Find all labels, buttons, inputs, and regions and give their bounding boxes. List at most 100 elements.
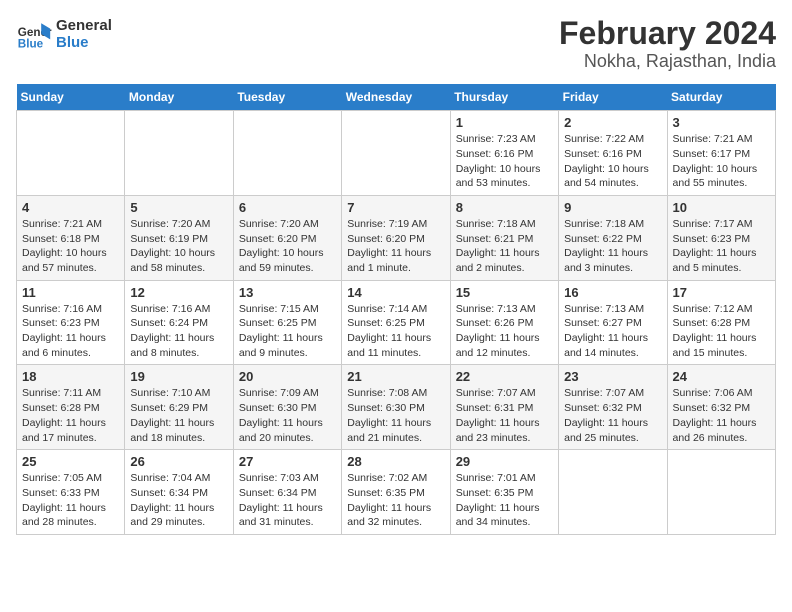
day-info: Sunrise: 7:18 AM Sunset: 6:22 PM Dayligh… <box>564 217 661 276</box>
week-row-3: 11Sunrise: 7:16 AM Sunset: 6:23 PM Dayli… <box>17 280 776 365</box>
logo-general: General <box>56 17 112 34</box>
calendar-cell <box>342 111 450 196</box>
calendar-cell: 10Sunrise: 7:17 AM Sunset: 6:23 PM Dayli… <box>667 195 775 280</box>
column-header-sunday: Sunday <box>17 84 125 111</box>
day-number: 26 <box>130 454 227 469</box>
calendar-cell: 28Sunrise: 7:02 AM Sunset: 6:35 PM Dayli… <box>342 450 450 535</box>
day-info: Sunrise: 7:16 AM Sunset: 6:24 PM Dayligh… <box>130 302 227 361</box>
day-info: Sunrise: 7:20 AM Sunset: 6:19 PM Dayligh… <box>130 217 227 276</box>
day-info: Sunrise: 7:11 AM Sunset: 6:28 PM Dayligh… <box>22 386 119 445</box>
svg-text:Blue: Blue <box>18 38 44 51</box>
week-row-2: 4 Sunrise: 7:21 AM Sunset: 6:18 PM Daylig… <box>17 195 776 280</box>
day-info: Sunrise: 7:21 AM Sunset: 6:18 PM Dayligh… <box>22 217 119 276</box>
logo-blue: Blue <box>56 34 112 51</box>
day-number: 3 <box>673 115 770 130</box>
day-number: 13 <box>239 285 336 300</box>
column-header-friday: Friday <box>559 84 667 111</box>
calendar-cell: 21 Sunrise: 7:08 AM Sunset: 6:30 PM Dayli… <box>342 365 450 450</box>
day-info: Sunrise: 7:22 AM Sunset: 6:16 PM Dayligh… <box>564 132 661 191</box>
day-number: 10 <box>673 200 770 215</box>
page-subtitle: Nokha, Rajasthan, India <box>559 51 776 72</box>
day-info: Sunrise: 7:06 AM Sunset: 6:32 PM Dayligh… <box>673 386 770 445</box>
day-number: 20 <box>239 369 336 384</box>
day-info: Sunrise: 7:09 AM Sunset: 6:30 PM Dayligh… <box>239 386 336 445</box>
logo-icon: General Blue <box>16 16 52 52</box>
calendar-cell: 27Sunrise: 7:03 AM Sunset: 6:34 PM Dayli… <box>233 450 341 535</box>
calendar-cell: 11Sunrise: 7:16 AM Sunset: 6:23 PM Dayli… <box>17 280 125 365</box>
day-info: Sunrise: 7:19 AM Sunset: 6:20 PM Dayligh… <box>347 217 444 276</box>
calendar-cell: 5 Sunrise: 7:20 AM Sunset: 6:19 PM Daylig… <box>125 195 233 280</box>
calendar-cell: 25 Sunrise: 7:05 AM Sunset: 6:33 PM Dayli… <box>17 450 125 535</box>
calendar-cell: 23Sunrise: 7:07 AM Sunset: 6:32 PM Dayli… <box>559 365 667 450</box>
day-number: 2 <box>564 115 661 130</box>
day-number: 12 <box>130 285 227 300</box>
day-info: Sunrise: 7:01 AM Sunset: 6:35 PM Dayligh… <box>456 471 553 530</box>
calendar-cell <box>125 111 233 196</box>
calendar-cell: 16 Sunrise: 7:13 AM Sunset: 6:27 PM Dayli… <box>559 280 667 365</box>
calendar-cell: 4 Sunrise: 7:21 AM Sunset: 6:18 PM Daylig… <box>17 195 125 280</box>
calendar-cell: 17Sunrise: 7:12 AM Sunset: 6:28 PM Dayli… <box>667 280 775 365</box>
day-info: Sunrise: 7:10 AM Sunset: 6:29 PM Dayligh… <box>130 386 227 445</box>
day-info: Sunrise: 7:14 AM Sunset: 6:25 PM Dayligh… <box>347 302 444 361</box>
calendar-cell: 26 Sunrise: 7:04 AM Sunset: 6:34 PM Dayli… <box>125 450 233 535</box>
day-number: 15 <box>456 285 553 300</box>
day-info: Sunrise: 7:05 AM Sunset: 6:33 PM Dayligh… <box>22 471 119 530</box>
day-number: 16 <box>564 285 661 300</box>
page-header: General Blue General Blue February 2024 … <box>16 16 776 72</box>
calendar-cell: 29 Sunrise: 7:01 AM Sunset: 6:35 PM Dayli… <box>450 450 558 535</box>
calendar-cell: 14 Sunrise: 7:14 AM Sunset: 6:25 PM Dayli… <box>342 280 450 365</box>
day-info: Sunrise: 7:23 AM Sunset: 6:16 PM Dayligh… <box>456 132 553 191</box>
calendar-cell <box>559 450 667 535</box>
day-number: 7 <box>347 200 444 215</box>
day-number: 14 <box>347 285 444 300</box>
calendar-cell: 9 Sunrise: 7:18 AM Sunset: 6:22 PM Daylig… <box>559 195 667 280</box>
day-number: 6 <box>239 200 336 215</box>
column-header-wednesday: Wednesday <box>342 84 450 111</box>
calendar-cell: 7 Sunrise: 7:19 AM Sunset: 6:20 PM Daylig… <box>342 195 450 280</box>
day-number: 24 <box>673 369 770 384</box>
day-number: 8 <box>456 200 553 215</box>
calendar-header-row: SundayMondayTuesdayWednesdayThursdayFrid… <box>17 84 776 111</box>
day-number: 27 <box>239 454 336 469</box>
column-header-thursday: Thursday <box>450 84 558 111</box>
calendar-cell <box>233 111 341 196</box>
calendar-cell: 12 Sunrise: 7:16 AM Sunset: 6:24 PM Dayli… <box>125 280 233 365</box>
day-info: Sunrise: 7:08 AM Sunset: 6:30 PM Dayligh… <box>347 386 444 445</box>
calendar-cell: 18Sunrise: 7:11 AM Sunset: 6:28 PM Dayli… <box>17 365 125 450</box>
calendar-cell: 8 Sunrise: 7:18 AM Sunset: 6:21 PM Daylig… <box>450 195 558 280</box>
day-info: Sunrise: 7:20 AM Sunset: 6:20 PM Dayligh… <box>239 217 336 276</box>
week-row-5: 25 Sunrise: 7:05 AM Sunset: 6:33 PM Dayli… <box>17 450 776 535</box>
calendar-table: SundayMondayTuesdayWednesdayThursdayFrid… <box>16 84 776 535</box>
day-number: 28 <box>347 454 444 469</box>
day-number: 21 <box>347 369 444 384</box>
day-number: 22 <box>456 369 553 384</box>
day-number: 29 <box>456 454 553 469</box>
day-info: Sunrise: 7:07 AM Sunset: 6:31 PM Dayligh… <box>456 386 553 445</box>
day-number: 1 <box>456 115 553 130</box>
day-number: 11 <box>22 285 119 300</box>
week-row-1: 1 Sunrise: 7:23 AM Sunset: 6:16 PM Daylig… <box>17 111 776 196</box>
calendar-cell: 24 Sunrise: 7:06 AM Sunset: 6:32 PM Dayli… <box>667 365 775 450</box>
page-title: February 2024 <box>559 16 776 51</box>
day-info: Sunrise: 7:13 AM Sunset: 6:27 PM Dayligh… <box>564 302 661 361</box>
calendar-cell <box>17 111 125 196</box>
calendar-cell: 20 Sunrise: 7:09 AM Sunset: 6:30 PM Dayli… <box>233 365 341 450</box>
calendar-cell <box>667 450 775 535</box>
day-number: 9 <box>564 200 661 215</box>
calendar-cell: 19Sunrise: 7:10 AM Sunset: 6:29 PM Dayli… <box>125 365 233 450</box>
calendar-body: 1 Sunrise: 7:23 AM Sunset: 6:16 PM Daylig… <box>17 111 776 535</box>
day-number: 25 <box>22 454 119 469</box>
week-row-4: 18Sunrise: 7:11 AM Sunset: 6:28 PM Dayli… <box>17 365 776 450</box>
day-info: Sunrise: 7:07 AM Sunset: 6:32 PM Dayligh… <box>564 386 661 445</box>
title-area: February 2024 Nokha, Rajasthan, India <box>559 16 776 72</box>
day-info: Sunrise: 7:12 AM Sunset: 6:28 PM Dayligh… <box>673 302 770 361</box>
day-info: Sunrise: 7:13 AM Sunset: 6:26 PM Dayligh… <box>456 302 553 361</box>
calendar-cell: 15 Sunrise: 7:13 AM Sunset: 6:26 PM Dayli… <box>450 280 558 365</box>
calendar-cell: 22 Sunrise: 7:07 AM Sunset: 6:31 PM Dayli… <box>450 365 558 450</box>
day-info: Sunrise: 7:18 AM Sunset: 6:21 PM Dayligh… <box>456 217 553 276</box>
day-number: 5 <box>130 200 227 215</box>
day-info: Sunrise: 7:04 AM Sunset: 6:34 PM Dayligh… <box>130 471 227 530</box>
day-info: Sunrise: 7:15 AM Sunset: 6:25 PM Dayligh… <box>239 302 336 361</box>
day-number: 4 <box>22 200 119 215</box>
logo: General Blue General Blue <box>16 16 112 52</box>
